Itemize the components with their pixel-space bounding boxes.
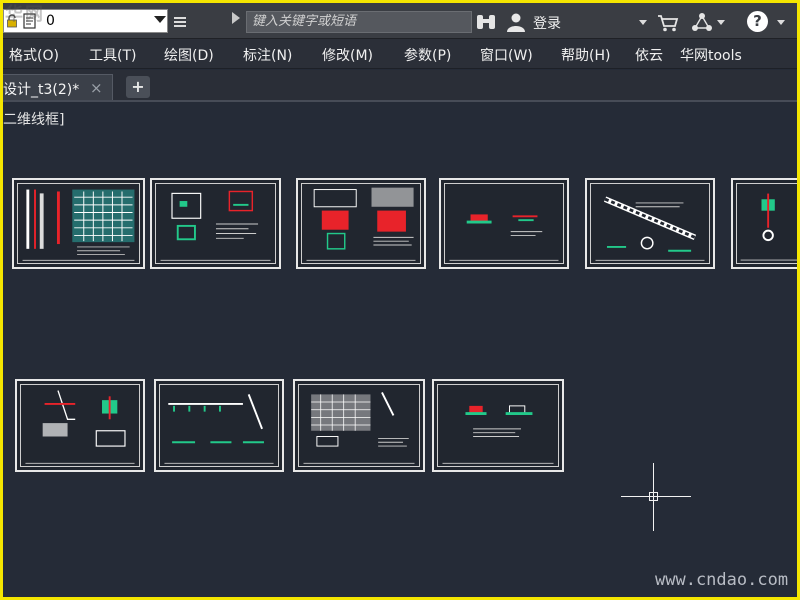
file-tab-bar: 设计_t3(2)* × + bbox=[3, 70, 797, 102]
drawing-sheet-9[interactable] bbox=[293, 379, 425, 472]
menu-yiyun[interactable]: 依云 bbox=[635, 45, 663, 65]
binoculars-icon[interactable] bbox=[475, 13, 497, 31]
menu-parametric[interactable]: 参数(P) bbox=[404, 45, 451, 65]
menu-format[interactable]: 格式(O) bbox=[9, 45, 59, 65]
menu-help[interactable]: 帮助(H) bbox=[561, 45, 610, 65]
drawing-sheet-4[interactable] bbox=[439, 178, 569, 269]
layer-list-button[interactable] bbox=[170, 10, 190, 32]
help-dropdown-icon[interactable] bbox=[777, 20, 785, 25]
top-toolbar: 0 华网 键入关键字或短语 登录 ? bbox=[3, 3, 797, 39]
crosshair-pickbox bbox=[649, 492, 658, 501]
watermark-top-left: 华网 bbox=[5, 4, 45, 25]
layer-value: 0 bbox=[46, 13, 55, 29]
search-input[interactable]: 键入关键字或短语 bbox=[246, 11, 472, 33]
exchange-icon[interactable] bbox=[691, 12, 713, 32]
menu-modify[interactable]: 修改(M) bbox=[322, 45, 373, 65]
viewport-style-label[interactable]: 二维线框] bbox=[3, 109, 64, 129]
cad-window: 0 华网 键入关键字或短语 登录 ? 格式(O) 工具(T) 绘图(D) 标注(… bbox=[3, 3, 797, 597]
sheet-10-drawing bbox=[442, 405, 554, 464]
drawing-sheet-10[interactable] bbox=[432, 379, 564, 472]
drawing-sheet-6[interactable] bbox=[731, 178, 797, 269]
menu-huawang-tools[interactable]: 华网tools bbox=[680, 45, 742, 65]
menu-draw[interactable]: 绘图(D) bbox=[164, 45, 214, 65]
drawing-sheet-3[interactable] bbox=[296, 178, 426, 269]
sheet-7-drawing bbox=[25, 390, 135, 464]
menu-tools[interactable]: 工具(T) bbox=[89, 45, 136, 65]
sheet-5-drawing bbox=[595, 196, 705, 261]
sheet-2-drawing bbox=[160, 190, 271, 261]
dropdown-icon bbox=[154, 16, 166, 23]
sheet-1-drawing bbox=[22, 189, 135, 261]
drawing-sheet-8[interactable] bbox=[154, 379, 284, 472]
drawing-sheet-1[interactable] bbox=[12, 178, 145, 269]
close-icon[interactable]: × bbox=[90, 79, 103, 97]
user-icon[interactable] bbox=[506, 12, 526, 32]
menu-dimension[interactable]: 标注(N) bbox=[243, 45, 292, 65]
drawing-sheet-5[interactable] bbox=[585, 178, 715, 269]
cart-icon[interactable] bbox=[657, 14, 679, 32]
sheet-9-drawing bbox=[303, 392, 415, 464]
search-expand-icon[interactable] bbox=[232, 12, 240, 24]
drawing-sheet-2[interactable] bbox=[150, 178, 281, 269]
sheet-6-drawing bbox=[740, 193, 797, 261]
menu-bar: 格式(O) 工具(T) 绘图(D) 标注(N) 修改(M) 参数(P) 窗口(W… bbox=[3, 39, 797, 69]
watermark-bottom-right: www.cndao.com bbox=[655, 570, 789, 590]
sheet-3-drawing bbox=[306, 187, 416, 261]
drawing-sheet-7[interactable] bbox=[15, 379, 145, 472]
menu-window[interactable]: 窗口(W) bbox=[480, 45, 533, 65]
sheet-8-drawing bbox=[164, 394, 274, 464]
new-tab-button[interactable]: + bbox=[126, 76, 150, 98]
login-link[interactable]: 登录 bbox=[533, 13, 561, 33]
login-dropdown-icon[interactable] bbox=[639, 20, 647, 25]
exchange-dropdown-icon[interactable] bbox=[717, 20, 725, 25]
help-icon[interactable]: ? bbox=[747, 11, 768, 32]
tab-label: 设计_t3(2)* bbox=[3, 82, 80, 98]
sheet-4-drawing bbox=[449, 214, 559, 261]
tab-active-drawing[interactable]: 设计_t3(2)* × bbox=[3, 74, 113, 100]
